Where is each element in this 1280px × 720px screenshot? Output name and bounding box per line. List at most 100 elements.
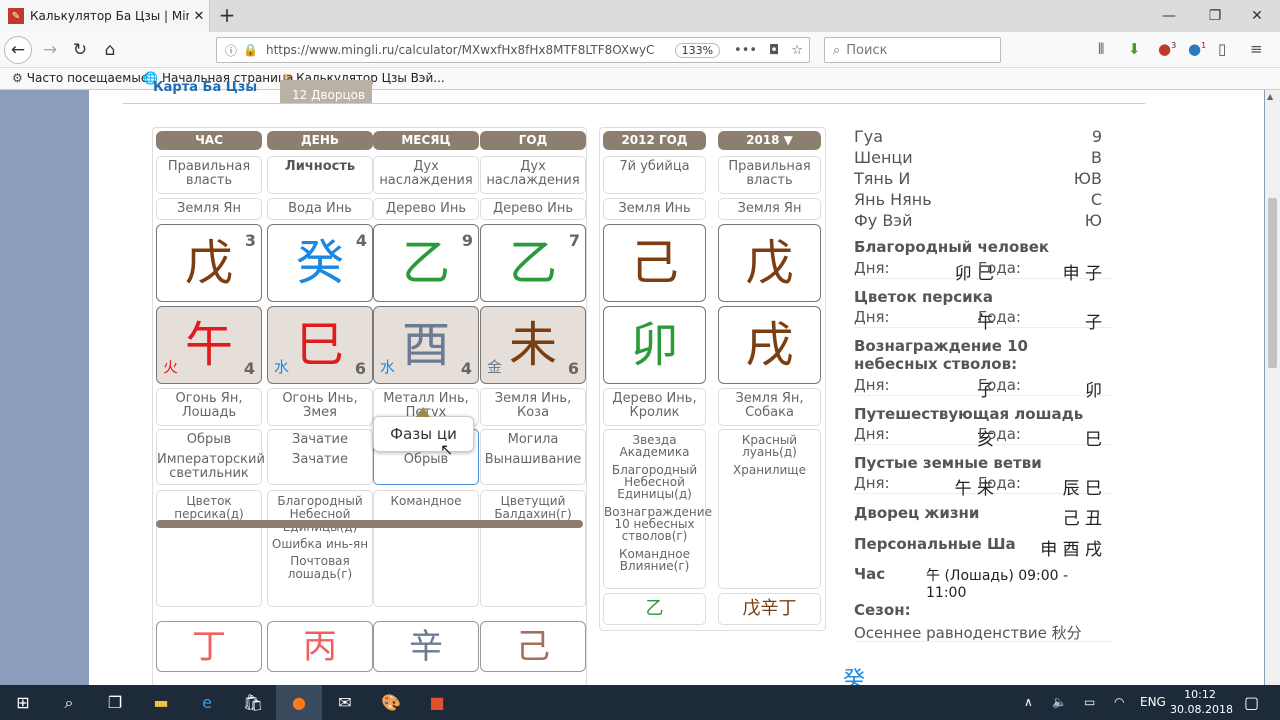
year-label: Года: bbox=[978, 425, 1021, 443]
back-button[interactable]: ← bbox=[4, 36, 32, 64]
season-label: Сезон: bbox=[854, 601, 911, 619]
luck-stem-glyph: 己 bbox=[630, 235, 679, 291]
info-value: 9 bbox=[1091, 127, 1102, 146]
info-key: Янь Нянь bbox=[854, 190, 932, 209]
earthly-branch[interactable]: 巳水6 bbox=[267, 306, 373, 384]
luck-stem[interactable]: 戊 bbox=[718, 224, 821, 302]
life-stage-1: Могила bbox=[507, 432, 559, 447]
heavenly-stem[interactable]: 乙9 bbox=[373, 224, 479, 302]
tab-close-icon[interactable]: ✕ bbox=[189, 9, 209, 24]
extension-icon[interactable]: ●1 bbox=[1188, 40, 1206, 58]
hidden-stem[interactable]: 丁 bbox=[156, 621, 262, 672]
star-line: Дня: 亥 Года: 巳 bbox=[854, 425, 1112, 450]
luck-hidden-stems[interactable]: 乙 bbox=[603, 593, 706, 625]
bookmark-frequent[interactable]: ⚙ Часто посещаемые bbox=[12, 71, 148, 85]
home-button[interactable]: ⌂ bbox=[98, 38, 122, 62]
store-icon[interactable]: 🛍 bbox=[230, 685, 276, 720]
zoom-level[interactable]: 133% bbox=[674, 42, 721, 58]
mail-icon[interactable]: ✉ bbox=[322, 685, 368, 720]
luck-stem[interactable]: 己 bbox=[603, 224, 706, 302]
life-stage[interactable]: Могила Вынашивание bbox=[480, 429, 586, 485]
language-indicator[interactable]: ENG bbox=[1140, 685, 1166, 720]
close-window-button[interactable]: ✕ bbox=[1234, 0, 1280, 32]
battery-icon[interactable]: ▭ bbox=[1084, 685, 1095, 720]
menu-icon[interactable]: ≡ bbox=[1250, 40, 1263, 58]
star-line: Дня: 子 Года: 卯 bbox=[854, 376, 1112, 401]
luck-hidden-stems[interactable]: 戊辛丁 bbox=[718, 593, 821, 625]
luck-symbolic-stars: Красный луань(д) Хранилище bbox=[718, 429, 821, 589]
gear-icon: ⚙ bbox=[12, 71, 23, 85]
life-stage-1: Обрыв bbox=[186, 432, 232, 447]
task-view-icon[interactable]: ❐ bbox=[92, 685, 138, 720]
search-icon[interactable]: ⌕ bbox=[46, 685, 92, 720]
start-windows-icon[interactable]: ⊞ bbox=[0, 685, 46, 720]
page-actions-icon[interactable]: ••• bbox=[734, 43, 757, 58]
heavenly-stem[interactable]: 癸4 bbox=[267, 224, 373, 302]
url-text[interactable]: https://www.mingli.ru/calculator/MXwxfHx… bbox=[266, 43, 675, 57]
system-clock[interactable]: 10:12 30.08.2018 bbox=[1170, 687, 1233, 717]
hidden-stem[interactable]: 己 bbox=[480, 621, 586, 672]
tab-bar: ✎ Калькулятор Ба Цзы | Ming Li ✕ + — ❐ ✕ bbox=[0, 0, 1280, 32]
scrollbar[interactable]: ▲ bbox=[1265, 90, 1280, 685]
hidden-stem[interactable]: 丙 bbox=[267, 621, 373, 672]
address-bar[interactable]: ⓘ 🔒 https://www.mingli.ru/calculator/MXw… bbox=[216, 37, 810, 63]
luck-star: Правильная власть bbox=[718, 156, 821, 194]
paint-icon[interactable]: 🎨 bbox=[368, 685, 414, 720]
browser-tab[interactable]: ✎ Калькулятор Ба Цзы | Ming Li ✕ bbox=[0, 0, 210, 32]
pocket-icon[interactable]: ◘ bbox=[769, 43, 779, 58]
earthly-branch[interactable]: 酉水4 bbox=[373, 306, 479, 384]
reload-button[interactable]: ↻ bbox=[68, 38, 92, 62]
luck-element: Земля Ян bbox=[718, 198, 821, 220]
notifications-icon[interactable]: ▢ bbox=[1244, 685, 1259, 720]
tray-chevron-icon[interactable]: ∧ bbox=[1024, 685, 1033, 720]
bookmark-star-icon[interactable]: ☆ bbox=[791, 43, 803, 58]
luck-header[interactable]: 2018 ▼ bbox=[718, 131, 821, 150]
earthly-branch[interactable]: 未金6 bbox=[480, 306, 586, 384]
tab-12-palaces[interactable]: 12 Дворцов bbox=[280, 80, 372, 103]
wifi-icon[interactable]: ◠ bbox=[1114, 685, 1124, 720]
library-icon[interactable]: ⫴ bbox=[1098, 40, 1104, 58]
search-icon: ⌕ bbox=[833, 42, 841, 58]
info-row: Янь Нянь С bbox=[854, 190, 1102, 210]
search-field[interactable]: ⌕ Поиск bbox=[824, 37, 1001, 63]
stem-number: 4 bbox=[355, 231, 367, 250]
app-icon[interactable]: ■ bbox=[414, 685, 460, 720]
minimize-button[interactable]: — bbox=[1146, 0, 1192, 32]
heavenly-stem[interactable]: 乙7 bbox=[480, 224, 586, 302]
element-label: Вода Инь bbox=[267, 198, 373, 220]
luck-branch[interactable]: 卯 bbox=[603, 306, 706, 384]
heavenly-stem[interactable]: 戊3 bbox=[156, 224, 262, 302]
adblock-icon[interactable]: ●3 bbox=[1158, 40, 1176, 58]
download-icon[interactable]: ⬇ bbox=[1128, 40, 1141, 58]
life-stage[interactable]: Обрыв Императорский светильник bbox=[156, 429, 265, 485]
forward-button[interactable]: → bbox=[38, 38, 62, 62]
luck-branch[interactable]: 戌 bbox=[718, 306, 821, 384]
tab-bazi-chart[interactable]: Карта Ба Цзы bbox=[153, 80, 257, 95]
sidebar-icon[interactable]: ▯ bbox=[1218, 40, 1226, 58]
luck-symbolic-star: Командное Влияние(г) bbox=[619, 547, 690, 573]
element-label: Дерево Инь bbox=[373, 198, 479, 220]
info-icon[interactable]: ⓘ bbox=[225, 42, 237, 59]
file-explorer-icon[interactable]: ▬ bbox=[138, 685, 184, 720]
new-tab-button[interactable]: + bbox=[216, 4, 238, 26]
earthly-branch[interactable]: 午火4 bbox=[156, 306, 262, 384]
qi-phases-tooltip: Фазы ци bbox=[373, 407, 474, 452]
nav-bar: ← → ↻ ⌂ ⓘ 🔒 https://www.mingli.ru/calcul… bbox=[0, 32, 1280, 68]
year-value: 辰 巳 bbox=[1062, 479, 1102, 499]
info-key: Тянь И bbox=[854, 169, 911, 188]
symbolic-stars: Благородный Небесной Единицы(д) Ошибка ин… bbox=[267, 490, 373, 607]
palace-value: 己 丑 bbox=[1062, 509, 1102, 529]
scroll-up-icon[interactable]: ▲ bbox=[1267, 92, 1273, 101]
year-value: 卯 bbox=[1085, 381, 1102, 401]
branch-description: Огонь Инь, Змея bbox=[267, 388, 373, 426]
life-stage[interactable]: Зачатие Зачатие bbox=[267, 429, 373, 485]
year-label: Года: bbox=[978, 259, 1021, 277]
scrollbar-thumb[interactable] bbox=[1268, 198, 1277, 368]
hidden-stem[interactable]: 辛 bbox=[373, 621, 479, 672]
edge-icon[interactable]: e bbox=[184, 685, 230, 720]
volume-icon[interactable]: 🔈 bbox=[1052, 685, 1067, 720]
luck-stem-glyph: 戊 bbox=[745, 235, 794, 291]
maximize-button[interactable]: ❐ bbox=[1192, 0, 1238, 32]
firefox-icon[interactable]: ● bbox=[276, 685, 322, 720]
branch-description: Огонь Ян, Лошадь bbox=[156, 388, 262, 426]
